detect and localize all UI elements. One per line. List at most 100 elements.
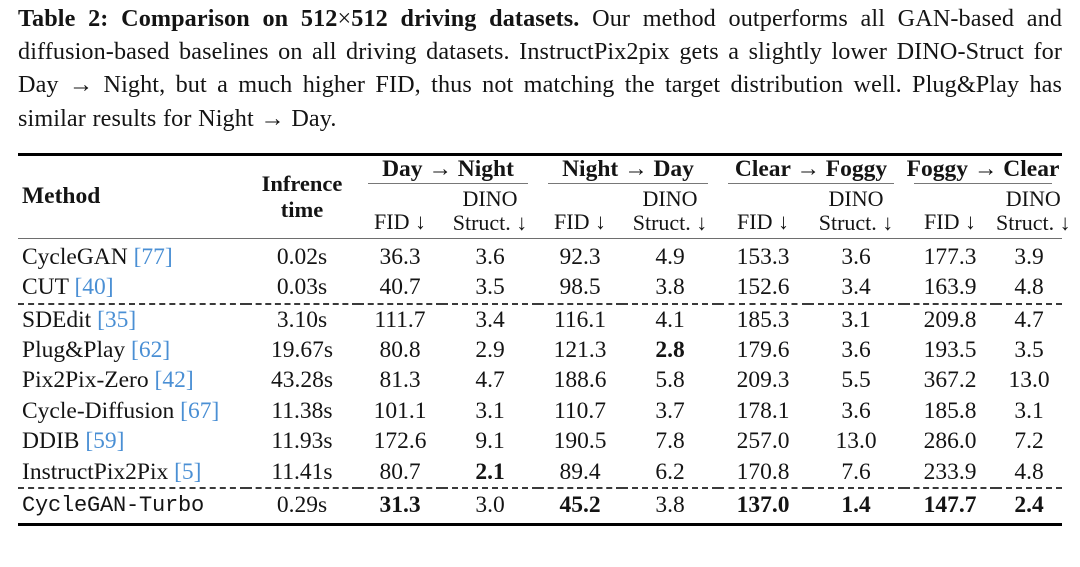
cell-fid-day-night: 80.8 bbox=[379, 337, 421, 364]
cell-fid-clear-foggy: 137.0 bbox=[718, 487, 808, 527]
cell-dino-foggy-clear: 3.1 bbox=[1014, 397, 1044, 424]
cell-dino-foggy-clear: 4.8 bbox=[1014, 458, 1044, 485]
cell-method: InstructPix2Pix [5] bbox=[18, 457, 246, 488]
cell-fid-foggy-clear: 233.9 bbox=[923, 458, 977, 485]
group-header-foggy-to-clear-label: Foggy → Clear bbox=[906, 155, 1060, 182]
inference-time-line1: Infrence bbox=[261, 170, 343, 196]
cell-fid-clear-foggy: 153.3 bbox=[718, 237, 808, 273]
cell-dino-foggy-clear: 3.5 bbox=[1014, 337, 1044, 364]
cell-method: SDEdit [35] bbox=[18, 302, 246, 336]
cell-fid-foggy-clear: 163.9 bbox=[923, 274, 977, 301]
cell-dino-day-night: 3.5 bbox=[475, 274, 505, 301]
citation-link[interactable]: [42] bbox=[155, 367, 194, 393]
subheader-fid-clear-foggy: FID ↓ bbox=[737, 208, 789, 234]
citation-link[interactable]: [67] bbox=[180, 398, 219, 424]
cell-fid-foggy-clear: 209.8 bbox=[904, 302, 997, 336]
method-name: DDIB bbox=[22, 428, 80, 455]
table-row: CycleGAN [77] 0.02s 36.3 3.6 92.3 4.9 153.3 3.6… bbox=[18, 237, 1063, 273]
cell-dino-night-day: 6.2 bbox=[655, 458, 685, 485]
cell-dino-night-day: 2.8 bbox=[655, 337, 685, 364]
cell-inference-time: 11.93s bbox=[271, 428, 333, 455]
cell-dino-foggy-clear: 4.8 bbox=[1014, 274, 1044, 301]
cell-dino-day-night: 3.1 bbox=[475, 397, 505, 424]
cell-fid-night-day: 121.3 bbox=[553, 337, 607, 364]
cell-dino-foggy-clear: 2.4 bbox=[996, 487, 1063, 527]
cell-fid-day-night: 81.3 bbox=[379, 367, 421, 394]
citation-link[interactable]: [40] bbox=[74, 274, 113, 300]
method-name: SDEdit bbox=[22, 306, 92, 333]
group-header-clear-to-foggy: Clear → Foggy bbox=[718, 152, 905, 187]
cell-dino-day-night: 3.0 bbox=[442, 487, 538, 527]
cell-fid-day-night: 101.1 bbox=[373, 397, 427, 424]
cell-fid-clear-foggy: 152.6 bbox=[736, 274, 790, 301]
cell-fid-day-night: 36.3 bbox=[358, 237, 442, 273]
cell-fid-night-day: 98.5 bbox=[559, 274, 601, 301]
cell-fid-night-day: 89.4 bbox=[559, 458, 601, 485]
group-rule-foggy-to-clear bbox=[914, 182, 1053, 184]
cell-dino-foggy-clear: 4.7 bbox=[996, 302, 1063, 336]
table-row: Pix2Pix-Zero [42] 43.28s 81.3 4.7 188.6 5.8 20… bbox=[18, 365, 1062, 395]
cell-method: CUT [40] bbox=[18, 272, 246, 303]
group-header-night-to-day-label: Night → Day bbox=[562, 155, 694, 182]
cell-method: CycleGAN-Turbo bbox=[18, 487, 246, 527]
cell-dino-foggy-clear: 3.9 bbox=[996, 237, 1063, 273]
cell-dino-clear-foggy: 1.4 bbox=[808, 487, 905, 527]
caption-dimension-height: 512 bbox=[351, 5, 388, 32]
group-header-day-to-night-label: Day → Night bbox=[382, 155, 514, 182]
cell-dino-night-day: 4.9 bbox=[622, 237, 718, 273]
cell-inference-time: 0.03s bbox=[276, 274, 328, 301]
cell-fid-day-night: 172.6 bbox=[373, 428, 427, 455]
cell-fid-foggy-clear: 147.7 bbox=[904, 487, 997, 527]
group-header-day-to-night: Day → Night bbox=[358, 152, 538, 187]
caption-title-part2: driving datasets. bbox=[400, 5, 580, 32]
cell-dino-clear-foggy: 13.0 bbox=[835, 428, 877, 455]
cell-dino-night-day: 3.8 bbox=[655, 274, 685, 301]
cell-fid-foggy-clear: 367.2 bbox=[923, 367, 977, 394]
group-rule-day-to-night bbox=[368, 182, 528, 184]
caption-label: Table 2: bbox=[18, 5, 109, 32]
cell-dino-night-day: 4.1 bbox=[622, 302, 718, 336]
caption-dimension-width: 512 bbox=[300, 5, 338, 32]
subheader-dino-night-day: DINO Struct. ↓ bbox=[632, 185, 708, 235]
cell-dino-night-day: 3.8 bbox=[622, 487, 718, 527]
cell-inference-time: 11.38s bbox=[271, 397, 333, 424]
group-rule-clear-to-foggy bbox=[728, 182, 895, 184]
method-name: CycleGAN bbox=[22, 243, 128, 270]
cell-fid-foggy-clear: 286.0 bbox=[923, 428, 977, 455]
table-row: Cycle-Diffusion [67] 11.38s 101.1 3.1 110.7 3… bbox=[18, 396, 1062, 426]
cell-fid-night-day: 45.2 bbox=[538, 487, 622, 527]
cell-inference-time: 0.02s bbox=[246, 237, 358, 273]
cell-method: Pix2Pix-Zero [42] bbox=[18, 365, 246, 395]
cell-fid-night-day: 116.1 bbox=[538, 302, 622, 336]
cell-method: CycleGAN [77] bbox=[18, 237, 246, 273]
method-name: InstructPix2Pix bbox=[22, 458, 169, 485]
citation-link[interactable]: [62] bbox=[131, 337, 170, 363]
table-caption: Table 2: Comparison on 512×512 driving d… bbox=[18, 0, 1062, 135]
cell-dino-day-night: 4.7 bbox=[475, 367, 505, 394]
table-row: Plug&Play [62] 19.67s 80.8 2.9 121.3 2.8 179.6… bbox=[18, 335, 1062, 365]
cell-inference-time: 43.28s bbox=[270, 367, 334, 394]
table-row: DDIB [59] 11.93s 172.6 9.1 190.5 7.8 257.0 13.0… bbox=[18, 426, 1062, 456]
cell-dino-night-day: 5.8 bbox=[655, 367, 685, 394]
cell-fid-night-day: 190.5 bbox=[553, 428, 607, 455]
citation-link[interactable]: [5] bbox=[174, 459, 201, 485]
cell-dino-clear-foggy: 5.5 bbox=[841, 367, 871, 394]
cell-inference-time: 0.29s bbox=[246, 487, 358, 527]
cell-inference-time: 11.41s bbox=[271, 458, 333, 485]
subheader-dino-clear-foggy: DINO Struct. ↓ bbox=[818, 185, 894, 235]
subheader-dino-day-night: DINO Struct. ↓ bbox=[452, 185, 528, 235]
cell-dino-clear-foggy: 3.6 bbox=[841, 337, 871, 364]
cell-dino-foggy-clear: 13.0 bbox=[1008, 367, 1050, 394]
cell-fid-day-night: 31.3 bbox=[358, 487, 442, 527]
method-name: Plug&Play bbox=[22, 337, 126, 364]
method-name: Cycle-Diffusion bbox=[22, 397, 175, 424]
citation-link[interactable]: [59] bbox=[85, 428, 124, 454]
cell-fid-clear-foggy: 179.6 bbox=[736, 337, 790, 364]
method-name: CycleGAN-Turbo bbox=[22, 493, 205, 519]
cell-dino-day-night: 2.9 bbox=[475, 337, 505, 364]
cell-fid-clear-foggy: 257.0 bbox=[736, 428, 790, 455]
citation-link[interactable]: [35] bbox=[97, 307, 136, 333]
citation-link[interactable]: [77] bbox=[134, 244, 173, 270]
method-name: CUT bbox=[22, 274, 69, 301]
group-rule-night-to-day bbox=[548, 182, 708, 184]
